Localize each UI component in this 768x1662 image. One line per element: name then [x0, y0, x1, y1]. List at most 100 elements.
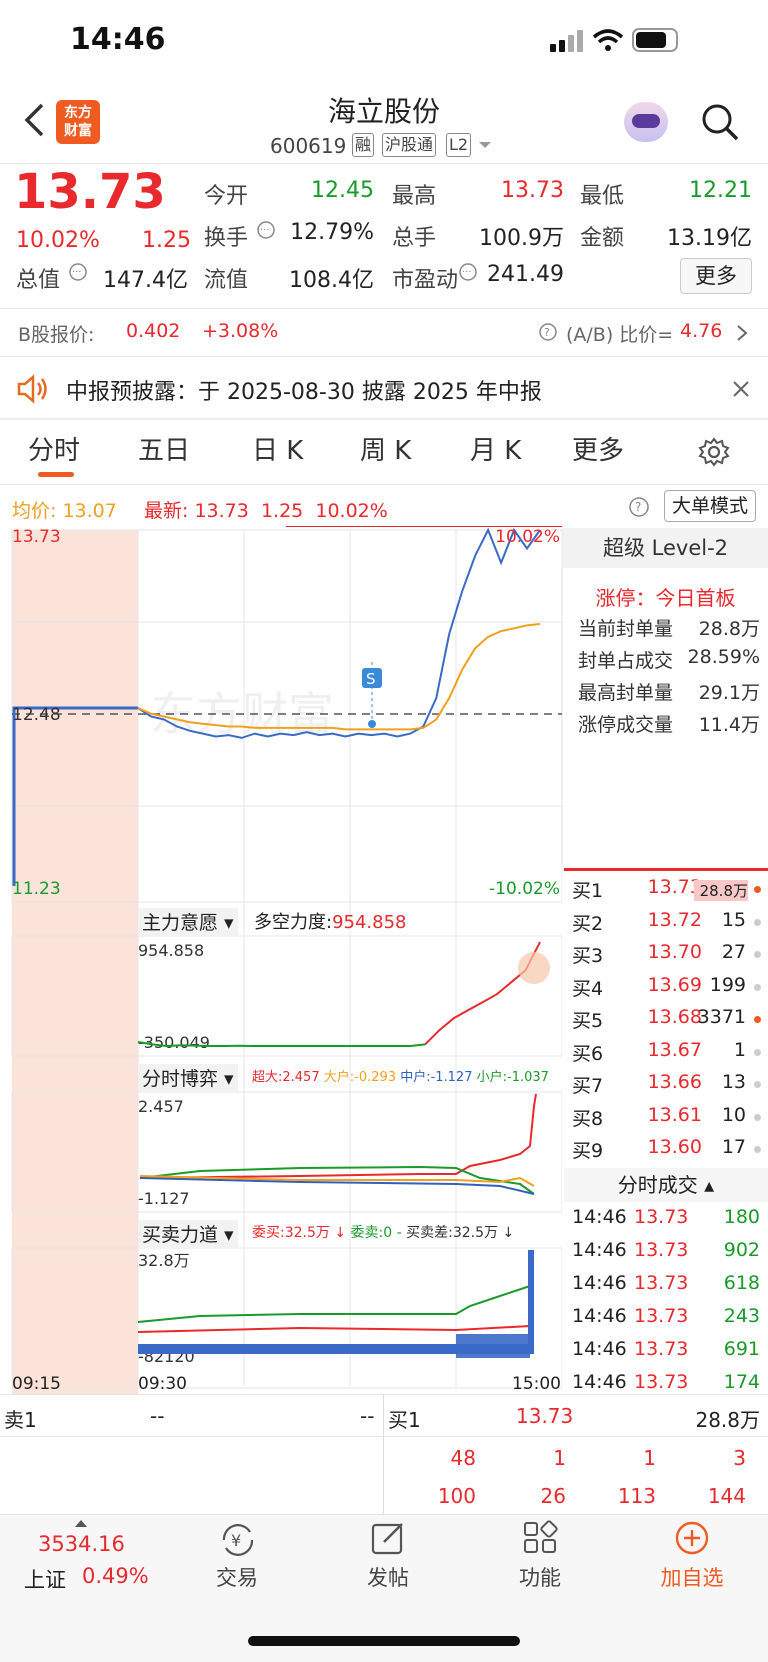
low-value: 12.21 [689, 178, 752, 203]
panel2-ytick-low: -350.049 [138, 1033, 210, 1052]
tab-intraday[interactable]: 分时 [28, 430, 80, 467]
info-icon[interactable]: ··· [458, 262, 478, 282]
trades-header[interactable]: 分时成交 ▴ [564, 1168, 768, 1202]
y-tick-high: 13.73 [12, 527, 61, 547]
big-order-mode-button[interactable]: 大单模式 [664, 490, 756, 522]
bshare-pct: +3.08% [202, 320, 279, 342]
queue-buy-vol: 28.8万 [695, 1408, 760, 1432]
panel4-selector[interactable]: 买卖力道 ▾ [138, 1220, 238, 1247]
index-value[interactable]: 3534.16 [38, 1532, 125, 1556]
chevron-right-icon[interactable] [736, 324, 748, 342]
more-button[interactable]: 更多 [680, 258, 752, 294]
lv2-row-label: 封单占成交 [578, 650, 674, 672]
queue-order-size: 26 [540, 1484, 566, 1508]
notice-text[interactable]: 中报预披露：于 2025-08-30 披露 2025 年中报 [66, 374, 542, 406]
speaker-icon [17, 374, 47, 404]
open-value: 12.45 [311, 178, 374, 203]
turnover-value: 12.79% [290, 220, 374, 245]
float-cap-value: 108.4亿 [289, 268, 374, 293]
caret-up-icon [75, 1520, 87, 1527]
trade-vol: 180 [723, 1206, 760, 1228]
panel3-selector[interactable]: 分时博弈 ▾ [138, 1064, 238, 1091]
svg-text:···: ··· [260, 225, 270, 236]
search-icon[interactable] [700, 102, 740, 142]
amount-label: 金额 [580, 226, 625, 251]
queue-buy-price: 13.73 [516, 1404, 574, 1428]
trade-vol: 902 [723, 1239, 760, 1261]
bid-status-dot [754, 1081, 761, 1088]
panel2-selector[interactable]: 主力意愿 ▾ [138, 908, 238, 935]
tab-monthly-k[interactable]: 月 K [470, 430, 521, 467]
add-watchlist-icon[interactable] [674, 1520, 710, 1556]
limit-up-label: 涨停：今日首板 [595, 586, 736, 610]
tab-five-day[interactable]: 五日 [138, 430, 190, 467]
nav-functions[interactable]: 功能 [490, 1562, 590, 1592]
gear-icon[interactable] [698, 436, 730, 468]
volume-value: 100.9万 [479, 226, 564, 251]
post-icon[interactable] [370, 1520, 408, 1556]
panel3-ytick-low: -1.127 [138, 1189, 190, 1208]
bid-level-label: 买2 [572, 912, 604, 935]
low-label: 最低 [580, 184, 625, 209]
help-icon[interactable]: ? [538, 322, 558, 342]
bid-volume: 17 [721, 1136, 746, 1158]
avg-label: 均价: 13.07 [12, 500, 117, 522]
wifi-icon [592, 29, 624, 51]
assistant-avatar[interactable] [624, 102, 668, 142]
y-tick-ref: 12.48 [12, 705, 61, 725]
signal-icon [550, 30, 584, 52]
status-time: 14:46 [70, 22, 166, 57]
help-icon[interactable]: ? [628, 496, 650, 518]
index-name[interactable]: 上证 [24, 1564, 66, 1594]
trade-vol: 691 [723, 1338, 760, 1360]
float-cap-label: 流值 [204, 268, 249, 293]
bid-level-label: 买7 [572, 1075, 604, 1097]
nav-add-watchlist[interactable]: 加自选 [642, 1562, 742, 1592]
x-tick-start: 09:15 [12, 1374, 61, 1394]
trade-time: 14:46 [572, 1338, 627, 1360]
level2-title: 超级 Level-2 [563, 528, 768, 568]
lv2-row-value: 29.1万 [698, 682, 760, 704]
queue-buy-label: 买1 [388, 1408, 421, 1432]
lv2-row-value: 28.59% [687, 646, 760, 668]
queue-order-size: 48 [450, 1446, 476, 1470]
current-price: 13.73 [14, 164, 166, 220]
lv2-row-label: 最高封单量 [578, 682, 674, 704]
bid-level-label: 买6 [572, 1042, 604, 1065]
queue-order-size: 100 [437, 1484, 476, 1508]
super-large-line [139, 1093, 537, 1179]
svg-text:?: ? [635, 500, 641, 514]
bid-volume: 13 [721, 1071, 746, 1093]
lv2-row-value: 28.8万 [698, 618, 760, 640]
tab-daily-k[interactable]: 日 K [252, 430, 303, 467]
intraday-chart[interactable]: 东方财富 13.73 12.48 11.23 10.02% -10.02% S … [0, 526, 562, 1394]
nav-post[interactable]: 发帖 [338, 1562, 438, 1592]
nav-trade[interactable]: 交易 [187, 1562, 287, 1592]
panel4-ytick-high: 32.8万 [138, 1251, 190, 1270]
x-tick-open: 09:30 [138, 1374, 187, 1394]
change-percent: 10.02% [16, 228, 100, 253]
tab-weekly-k[interactable]: 周 K [360, 430, 411, 467]
high-value: 13.73 [501, 178, 564, 203]
functions-icon[interactable] [522, 1520, 560, 1556]
trade-time: 14:46 [572, 1371, 627, 1393]
tab-active-indicator [38, 472, 74, 477]
close-icon[interactable] [732, 380, 750, 398]
bid-line [137, 1285, 531, 1323]
y-tick-right-low: -10.02% [489, 879, 560, 899]
trade-icon[interactable]: ¥ [218, 1522, 258, 1558]
panel3-legend: 超大:2.457 大户:-0.293 中户:-1.127 小户:-1.037 [252, 1070, 549, 1085]
bid-level-label: 买1 [572, 880, 604, 902]
open-label: 今开 [204, 184, 249, 209]
info-icon[interactable]: ··· [68, 262, 88, 282]
y-tick-right-high: 10.02% [495, 527, 560, 547]
ab-ratio-value: 4.76 [680, 320, 723, 342]
trade-vol: 243 [723, 1305, 760, 1327]
dropdown-icon[interactable] [478, 140, 492, 150]
queue-divider [383, 1394, 384, 1514]
tab-more[interactable]: 更多 [572, 430, 624, 467]
bid-status-dot [754, 886, 761, 893]
bid-level-label: 买8 [572, 1107, 604, 1130]
index-pct[interactable]: 0.49% [82, 1564, 149, 1588]
amount-value: 13.19亿 [667, 226, 752, 251]
